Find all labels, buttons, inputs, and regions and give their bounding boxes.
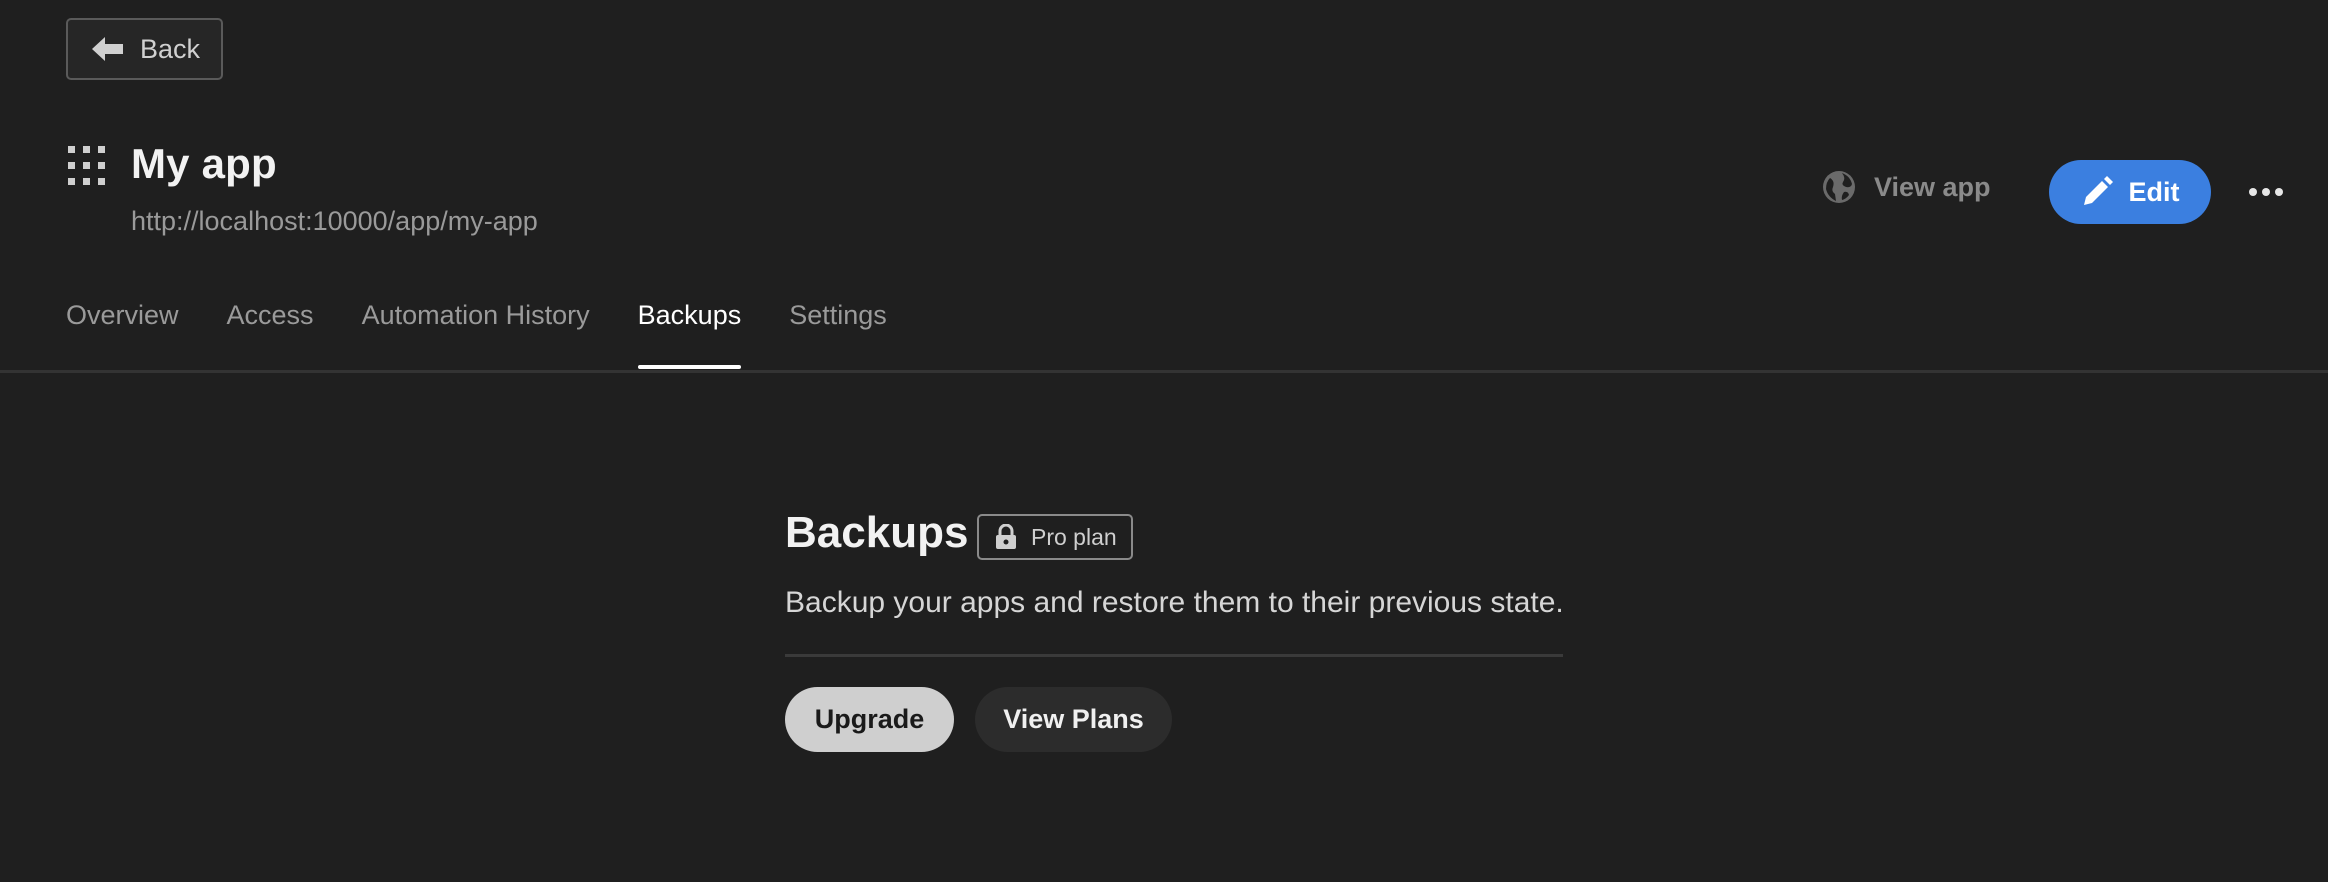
tabs-divider	[0, 370, 2328, 373]
section-title: Backups	[785, 508, 969, 557]
section-description: Backup your apps and restore them to the…	[785, 586, 1564, 619]
dot-icon	[2249, 188, 2257, 196]
view-plans-button[interactable]: View Plans	[975, 687, 1172, 752]
lock-icon	[996, 524, 1016, 549]
app-title: My app	[131, 140, 277, 187]
pencil-icon	[2083, 176, 2113, 205]
globe-icon	[1823, 171, 1855, 203]
more-options-button[interactable]	[2246, 176, 2286, 208]
view-app-label: View app	[1874, 171, 1991, 202]
tab-access[interactable]: Access	[227, 300, 314, 369]
app-overview-page: Back My app http://localhost:10000/app/m…	[0, 0, 2328, 882]
dot-icon	[2275, 188, 2283, 196]
pro-plan-label: Pro plan	[1031, 523, 1117, 550]
app-url: http://localhost:10000/app/my-app	[131, 206, 538, 236]
pro-plan-badge: Pro plan	[977, 514, 1133, 560]
tab-backups[interactable]: Backups	[637, 300, 741, 369]
edit-button[interactable]: Edit	[2049, 160, 2211, 224]
tab-overview[interactable]: Overview	[66, 300, 179, 369]
section-divider	[785, 654, 1563, 657]
tab-settings[interactable]: Settings	[789, 300, 887, 369]
edit-label: Edit	[2128, 176, 2180, 207]
back-button[interactable]: Back	[66, 18, 223, 80]
upgrade-button[interactable]: Upgrade	[785, 687, 954, 752]
dot-icon	[2262, 188, 2270, 196]
view-app-button[interactable]: View app	[1822, 170, 1991, 204]
tab-automation-history[interactable]: Automation History	[362, 300, 590, 369]
back-label: Back	[140, 33, 201, 64]
grid-icon	[68, 146, 105, 185]
arrow-left-icon	[92, 37, 123, 61]
tab-bar: Overview Access Automation History Backu…	[66, 300, 887, 369]
